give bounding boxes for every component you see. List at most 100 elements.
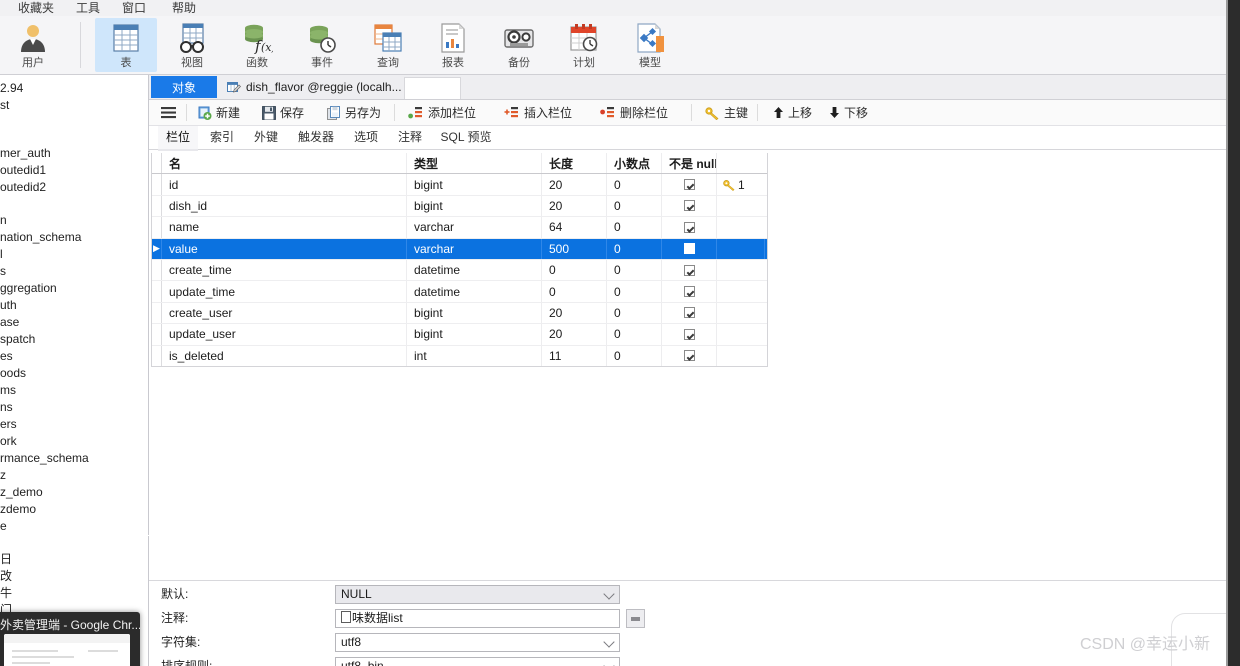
subtab-fields[interactable]: 栏位 bbox=[158, 126, 198, 151]
table-row-selected[interactable]: ▶ value varchar 500 0 bbox=[152, 238, 767, 260]
cell-type[interactable]: bigint bbox=[407, 302, 542, 324]
not-null-checkbox[interactable] bbox=[683, 286, 695, 298]
sidebar-item[interactable]: e bbox=[0, 518, 148, 535]
cell-primary-key[interactable] bbox=[717, 260, 765, 280]
sidebar-item[interactable]: st bbox=[0, 97, 148, 114]
table-row[interactable]: update_user bigint 20 0 bbox=[152, 324, 767, 346]
cell-not-null[interactable] bbox=[662, 238, 717, 259]
cell-length[interactable]: 20 bbox=[542, 302, 607, 324]
cell-not-null[interactable] bbox=[662, 217, 717, 238]
cell-name[interactable]: update_time bbox=[162, 281, 407, 302]
cell-length[interactable]: 20 bbox=[542, 174, 607, 195]
cell-not-null[interactable] bbox=[662, 281, 717, 302]
not-null-checkbox[interactable] bbox=[683, 264, 695, 276]
cell-type[interactable]: bigint bbox=[407, 195, 542, 217]
cell-length[interactable]: 0 bbox=[542, 281, 607, 302]
sidebar-item[interactable]: 日 bbox=[0, 551, 148, 568]
delete-column-button[interactable]: 删除栏位 bbox=[600, 100, 668, 125]
sidebar-item[interactable]: z bbox=[0, 467, 148, 484]
comment-expand-button[interactable] bbox=[626, 609, 645, 628]
cell-decimals[interactable]: 0 bbox=[607, 324, 662, 345]
sidebar-item[interactable]: z_demo bbox=[0, 484, 148, 501]
sidebar-item[interactable]: outedid1 bbox=[0, 162, 148, 179]
cell-decimals[interactable]: 0 bbox=[607, 302, 662, 324]
toolbar-button-user[interactable]: 用户 bbox=[2, 18, 64, 72]
cell-primary-key[interactable] bbox=[717, 238, 765, 259]
table-row[interactable]: is_deleted int 11 0 bbox=[152, 345, 767, 366]
chevron-down-icon[interactable] bbox=[603, 660, 615, 666]
toolbar-button-event[interactable]: 事件 bbox=[291, 18, 353, 72]
table-row[interactable]: create_user bigint 20 0 bbox=[152, 302, 767, 325]
cell-length[interactable]: 11 bbox=[542, 345, 607, 366]
cell-name[interactable]: create_time bbox=[162, 259, 407, 281]
cell-name[interactable]: dish_id bbox=[162, 195, 407, 217]
cell-primary-key[interactable] bbox=[717, 346, 765, 366]
not-null-checkbox[interactable] bbox=[683, 328, 695, 340]
collation-combo[interactable]: utf8_bin bbox=[335, 657, 620, 666]
cell-length[interactable]: 0 bbox=[542, 259, 607, 281]
sidebar-item[interactable]: ers bbox=[0, 416, 148, 433]
not-null-checkbox[interactable] bbox=[683, 200, 695, 212]
sidebar-item[interactable]: mer_auth bbox=[0, 145, 148, 162]
menu-item-tools[interactable]: 工具 bbox=[76, 0, 100, 16]
default-value-combo[interactable]: NULL bbox=[335, 585, 620, 604]
sidebar-item[interactable]: 牛 bbox=[0, 585, 148, 602]
sidebar-item[interactable]: spatch bbox=[0, 331, 148, 348]
cell-name[interactable]: create_user bbox=[162, 302, 407, 324]
hamburger-icon[interactable] bbox=[161, 100, 176, 125]
columns-grid[interactable]: 名 类型 长度 小数点 不是 null id bigint 20 0 1 dis… bbox=[151, 153, 768, 367]
move-up-button[interactable]: 上移 bbox=[773, 100, 812, 125]
sidebar-item[interactable]: n bbox=[0, 212, 148, 229]
not-null-checkbox[interactable] bbox=[683, 243, 695, 255]
cell-primary-key[interactable]: 1 bbox=[717, 174, 765, 194]
cell-decimals[interactable]: 0 bbox=[607, 259, 662, 281]
cell-length[interactable]: 20 bbox=[542, 195, 607, 217]
sidebar-item[interactable]: ase bbox=[0, 314, 148, 331]
subtab-options[interactable]: 选项 bbox=[346, 126, 386, 149]
sidebar-item[interactable]: nation_schema bbox=[0, 229, 148, 246]
subtab-triggers[interactable]: 触发器 bbox=[290, 126, 342, 149]
column-header-name[interactable]: 名 bbox=[162, 153, 407, 174]
cell-primary-key[interactable] bbox=[717, 324, 765, 344]
sidebar-item[interactable]: ork bbox=[0, 433, 148, 450]
tab-table-designer[interactable]: dish_flavor @reggie (localh... bbox=[219, 76, 410, 98]
cell-name[interactable]: update_user bbox=[162, 324, 407, 345]
cell-name[interactable]: value bbox=[162, 238, 407, 259]
menu-item-help[interactable]: 帮助 bbox=[172, 0, 196, 16]
sidebar-item[interactable]: l bbox=[0, 246, 148, 263]
cell-length[interactable]: 64 bbox=[542, 217, 607, 238]
cell-type[interactable]: varchar bbox=[407, 238, 542, 259]
toolbar-button-report[interactable]: 报表 bbox=[422, 18, 484, 72]
cell-name[interactable]: name bbox=[162, 217, 407, 238]
toolbar-button-model[interactable]: 模型 bbox=[619, 18, 681, 72]
table-row[interactable]: create_time datetime 0 0 bbox=[152, 259, 767, 282]
sidebar-item[interactable]: ms bbox=[0, 382, 148, 399]
table-row[interactable]: dish_id bigint 20 0 bbox=[152, 195, 767, 218]
cell-not-null[interactable] bbox=[662, 324, 717, 345]
table-row[interactable]: name varchar 64 0 bbox=[152, 217, 767, 239]
column-header-length[interactable]: 长度 bbox=[542, 153, 607, 174]
cell-name[interactable]: is_deleted bbox=[162, 345, 407, 366]
insert-column-button[interactable]: 插入栏位 bbox=[504, 100, 572, 125]
cell-decimals[interactable]: 0 bbox=[607, 174, 662, 195]
sidebar-item[interactable]: 2.94 bbox=[0, 80, 148, 97]
menu-item-favorites[interactable]: 收藏夹 bbox=[18, 0, 54, 16]
cell-primary-key[interactable] bbox=[717, 303, 765, 323]
subtab-sql-preview[interactable]: SQL 预览 bbox=[434, 126, 498, 149]
not-null-checkbox[interactable] bbox=[683, 221, 695, 233]
cell-type[interactable]: datetime bbox=[407, 281, 542, 302]
toolbar-button-table[interactable]: 表 bbox=[95, 18, 157, 72]
cell-decimals[interactable]: 0 bbox=[607, 345, 662, 366]
chevron-down-icon[interactable] bbox=[603, 588, 615, 600]
tab-objects[interactable]: 对象 bbox=[151, 76, 217, 98]
subtab-foreign-keys[interactable]: 外键 bbox=[246, 126, 286, 149]
add-column-button[interactable]: 添加栏位 bbox=[408, 100, 476, 125]
tab-empty-slot[interactable] bbox=[404, 77, 461, 99]
new-field-button[interactable]: 新建 bbox=[197, 100, 240, 125]
cell-not-null[interactable] bbox=[662, 302, 717, 324]
cell-decimals[interactable]: 0 bbox=[607, 281, 662, 302]
sidebar-item[interactable]: 改 bbox=[0, 568, 148, 585]
cell-type[interactable]: bigint bbox=[407, 324, 542, 345]
cell-not-null[interactable] bbox=[662, 345, 717, 366]
primary-key-button[interactable]: 主键 bbox=[705, 100, 748, 125]
